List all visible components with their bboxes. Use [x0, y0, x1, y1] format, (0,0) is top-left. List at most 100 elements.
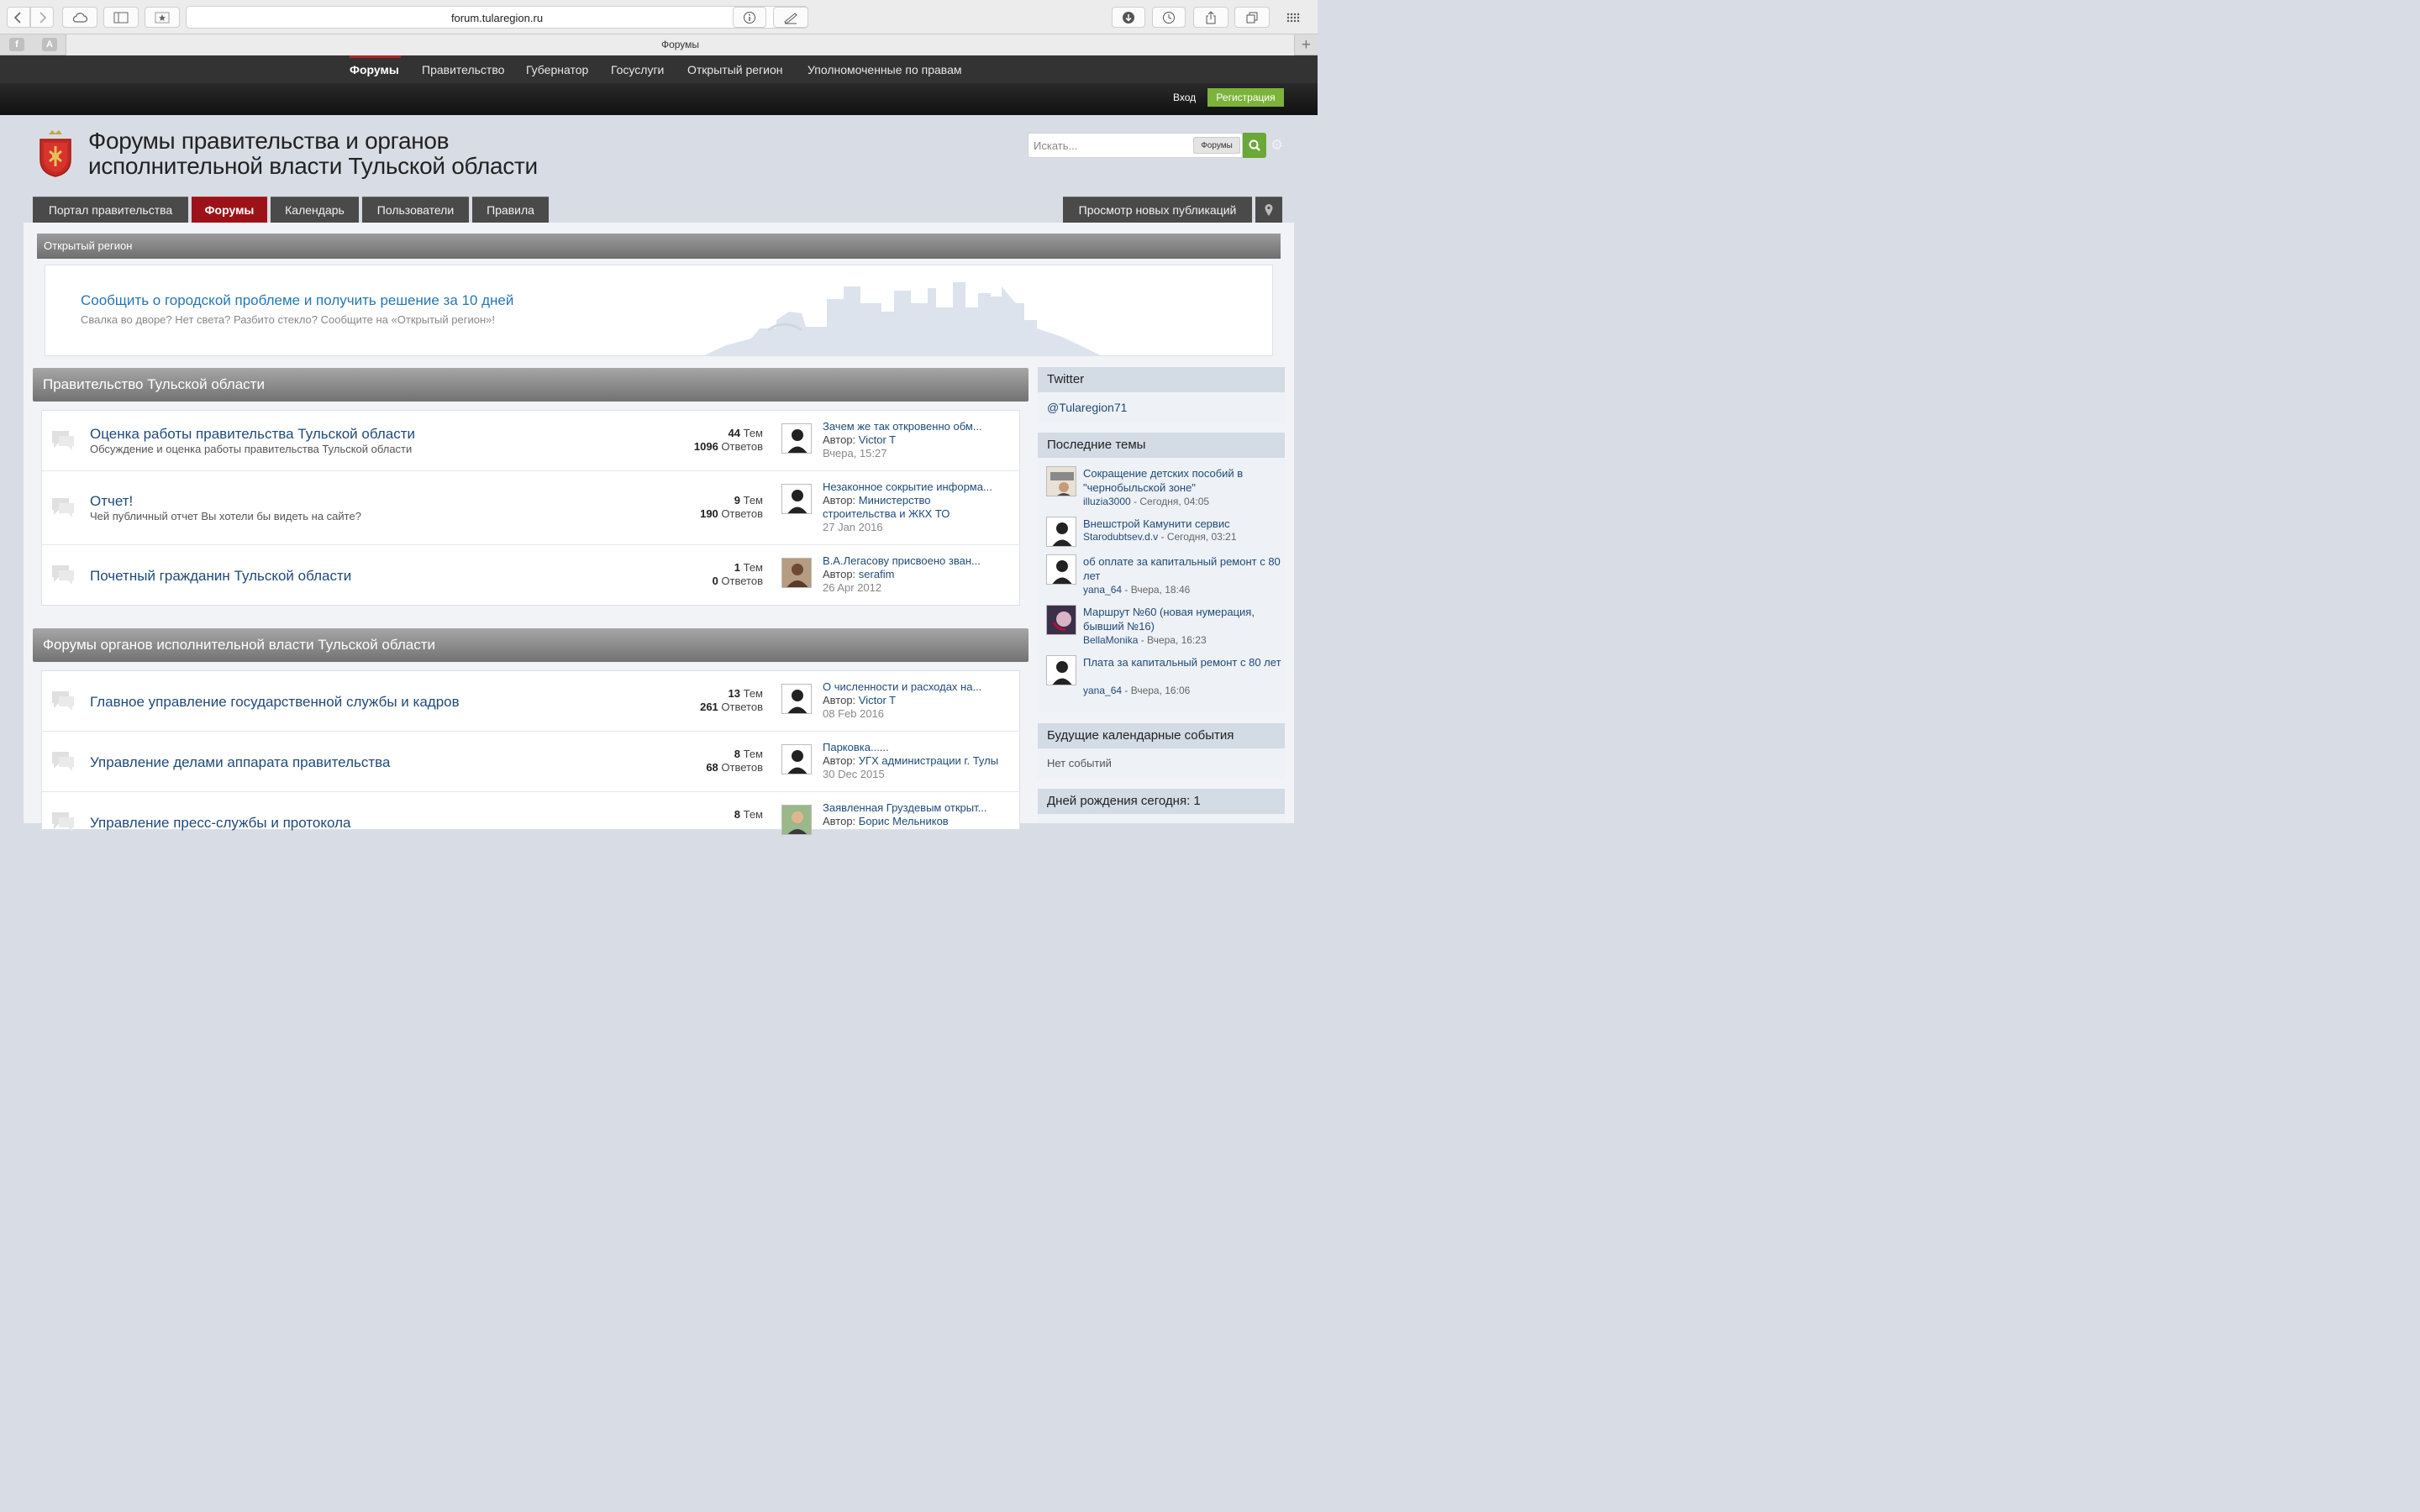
open-region-header: Открытый регион — [37, 234, 1281, 259]
share-button[interactable] — [1193, 7, 1228, 28]
speech-bubbles-icon — [52, 431, 74, 450]
downloads-button[interactable] — [1112, 7, 1145, 28]
forum-description: Чей публичный отчет Вы хотели бы видеть … — [90, 510, 361, 522]
avatar[interactable] — [1046, 517, 1076, 547]
recent-topic-title[interactable]: Сокращение детских пособий в "чернобыльс… — [1083, 466, 1281, 495]
last-post-date: 27 Jan 2016 — [823, 521, 883, 533]
forward-button[interactable] — [30, 7, 54, 28]
new-tab-button[interactable]: + — [1302, 36, 1311, 55]
top-navigation: Форумы Правительство Губернатор Госуслуг… — [0, 55, 1318, 83]
topnav-gosuslugi[interactable]: Госуслуги — [611, 63, 664, 76]
tab-calendar[interactable]: Календарь — [271, 197, 359, 223]
sidebar-button[interactable] — [103, 7, 139, 28]
topnav-government[interactable]: Правительство — [422, 63, 504, 76]
tab-users[interactable]: Пользователи — [362, 197, 469, 223]
recent-topic-title[interactable]: об оплате за капитальный ремонт с 80 лет — [1083, 554, 1281, 583]
topnav-open-region[interactable]: Открытый регион — [687, 63, 782, 76]
twitter-handle-link[interactable]: @Tularegion71 — [1047, 401, 1127, 414]
speech-bubbles-icon — [52, 691, 74, 711]
tabs-icon — [1246, 12, 1258, 23]
tab-rules[interactable]: Правила — [472, 197, 549, 223]
avatar[interactable] — [781, 805, 812, 835]
location-pin-button[interactable] — [1255, 197, 1282, 223]
avatar[interactable] — [1046, 655, 1076, 685]
reply-count: 261 Ответов — [700, 701, 763, 713]
forum-row: Отчет! Чей публичный отчет Вы хотели бы … — [42, 471, 1019, 545]
register-button[interactable]: Регистрация — [1207, 88, 1284, 107]
recent-topic-meta: yana_64 - Вчера, 16:06 — [1083, 685, 1191, 696]
address-bar[interactable]: forum.tularegion.ru ↻ — [186, 6, 808, 29]
default-user-icon — [782, 745, 811, 774]
gear-icon[interactable]: ⚙ — [1270, 137, 1283, 154]
icloud-tabs-button[interactable] — [62, 7, 97, 28]
forum-title-link[interactable]: Управление пресс-службы и протокола — [90, 815, 350, 832]
avatar[interactable] — [781, 684, 812, 714]
forum-title-link[interactable]: Почетный гражданин Тульской области — [90, 568, 351, 585]
reply-count: 68 Ответов — [706, 761, 763, 774]
forum-title-link[interactable]: Оценка работы правительства Тульской обл… — [90, 426, 415, 443]
recent-topic-title[interactable]: Плата за капитальный ремонт с 80 лет — [1083, 655, 1281, 669]
recent-topic-title[interactable]: Маршрут №60 (новая нумерация, бывший №16… — [1083, 605, 1281, 633]
last-post-author: Автор: Victor T — [823, 694, 897, 706]
topnav-governor[interactable]: Губернатор — [526, 63, 588, 76]
facebook-pinned-tab-icon[interactable]: f — [9, 38, 24, 51]
pen-icon — [784, 12, 797, 24]
avatar[interactable] — [781, 484, 812, 514]
birthdays-section — [1038, 814, 1285, 823]
tab-forums[interactable]: Форумы — [192, 197, 267, 223]
last-post-title[interactable]: Зачем же так откровенно обм... — [823, 420, 982, 433]
download-icon — [1123, 11, 1134, 24]
last-post-title[interactable]: Заявленная Груздевым открыт... — [823, 801, 986, 814]
tab-bar: f A Форумы + — [0, 34, 1318, 55]
topnav-ombudsmen[interactable]: Уполномоченные по правам — [808, 63, 962, 76]
avatar[interactable] — [1046, 605, 1076, 635]
reader-info-button[interactable] — [733, 7, 766, 28]
search-input[interactable]: Искать... Форумы — [1028, 133, 1243, 158]
back-button[interactable] — [7, 7, 30, 28]
forum-title-link[interactable]: Главное управление государственной служб… — [90, 694, 460, 711]
avatar[interactable] — [781, 558, 812, 588]
speech-bubbles-icon — [52, 498, 74, 517]
login-link[interactable]: Вход — [1173, 92, 1196, 103]
apps-button[interactable] — [1276, 7, 1310, 28]
site-title: Форумы правительства и органов исполните… — [88, 129, 538, 179]
default-user-icon — [1047, 555, 1076, 584]
avatar[interactable] — [1046, 466, 1076, 496]
history-button[interactable] — [1152, 7, 1186, 28]
active-tab[interactable]: Форумы — [66, 34, 1295, 55]
forum-title-link[interactable]: Отчет! — [90, 493, 133, 510]
last-post-title[interactable]: Парковка...... — [823, 741, 889, 753]
site-title-line1: Форумы правительства и органов — [88, 128, 450, 154]
recent-topic-meta: illuzia3000 - Сегодня, 04:05 — [1083, 496, 1210, 507]
topic-count: 44 Тем — [728, 427, 763, 439]
last-post-title[interactable]: О численности и расходах на... — [823, 680, 981, 693]
tab-government-portal[interactable]: Портал правительства — [33, 197, 188, 223]
avatar[interactable] — [781, 423, 812, 454]
search-scope-button[interactable]: Форумы — [1193, 137, 1240, 154]
last-post-title[interactable]: Незаконное сокрытие информа... — [823, 480, 992, 493]
markup-button[interactable] — [773, 7, 808, 28]
star-icon — [155, 12, 170, 23]
reply-count: 190 Ответов — [700, 507, 763, 520]
default-user-icon — [782, 685, 811, 713]
view-new-posts-button[interactable]: Просмотр новых публикаций — [1063, 197, 1252, 223]
banner-title[interactable]: Сообщить о городской проблеме и получить… — [81, 292, 513, 309]
topnav-forums[interactable]: Форумы — [350, 63, 399, 76]
avatar[interactable] — [781, 744, 812, 774]
last-post-author: Автор: УГХ администрации г. Тулы — [823, 754, 999, 767]
search-button[interactable] — [1243, 133, 1266, 158]
category-header-executive-bodies[interactable]: Форумы органов исполнительной власти Тул… — [33, 628, 1028, 662]
speech-bubbles-icon — [52, 565, 74, 585]
open-region-banner[interactable]: Сообщить о городской проблеме и получить… — [45, 265, 1273, 356]
tula-coat-of-arms-logo[interactable] — [37, 128, 74, 178]
letter-a-pinned-tab-icon[interactable]: A — [42, 38, 57, 51]
recent-topic-title[interactable]: Внешстрой Камунити сервис — [1083, 517, 1281, 531]
bookmarks-button[interactable] — [145, 7, 180, 28]
forum-title-link[interactable]: Управление делами аппарата правительства — [90, 754, 390, 771]
tab-overview-button[interactable] — [1234, 7, 1270, 28]
default-user-icon — [1047, 656, 1076, 685]
last-post-title[interactable]: В.А.Легасову присвоено зван... — [823, 554, 981, 567]
avatar[interactable] — [1046, 554, 1076, 585]
category-header-government[interactable]: Правительство Тульской области — [33, 368, 1028, 402]
twitter-section-title: Twitter — [1038, 367, 1285, 392]
